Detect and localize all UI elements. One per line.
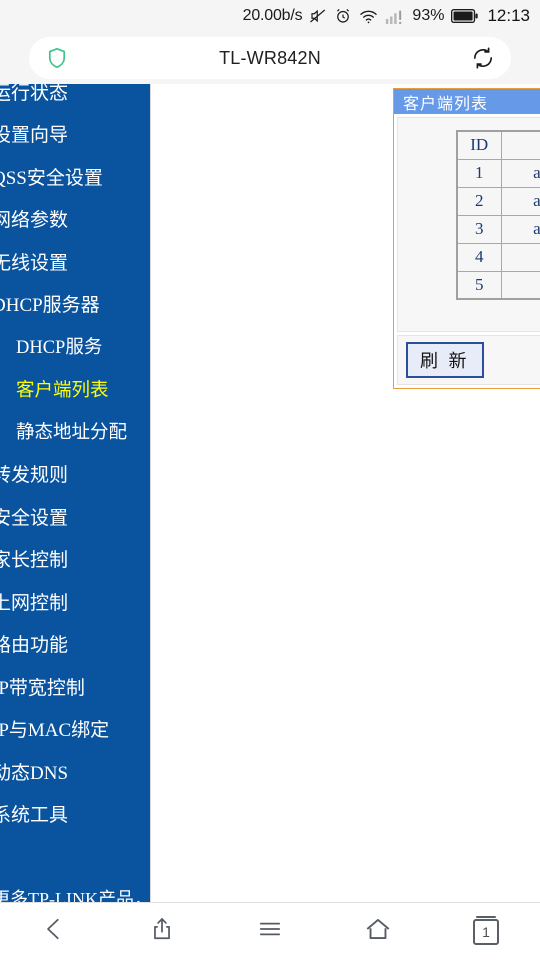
share-button[interactable] bbox=[130, 909, 194, 955]
menu-button[interactable] bbox=[238, 909, 302, 955]
cell-id: 4 bbox=[456, 242, 502, 272]
sidebar-item-label: QSS安全设置 bbox=[0, 167, 103, 189]
router-sidebar-menu: 运行状态 设置向导 QSS安全设置 网络参数 无线设置 DHCP服务器 DHCP… bbox=[0, 84, 151, 902]
sidebar-item-qss-security[interactable]: QSS安全设置 bbox=[0, 155, 150, 198]
shield-icon[interactable] bbox=[45, 46, 69, 70]
sidebar-menu-list: 运行状态 设置向导 QSS安全设置 网络参数 无线设置 DHCP服务器 DHCP… bbox=[0, 84, 150, 902]
sidebar-item-forwarding-rules[interactable]: 转发规则 bbox=[0, 453, 150, 496]
sidebar-item-system-tools[interactable]: 系统工具 bbox=[0, 793, 150, 836]
back-chevron-icon bbox=[41, 916, 67, 947]
home-icon bbox=[364, 915, 392, 948]
sidebar-item-setup-wizard[interactable]: 设置向导 bbox=[0, 113, 150, 156]
cell-client-name: andr bbox=[500, 158, 540, 188]
status-bar: 20.00b/s 93% 12:13 bbox=[0, 0, 540, 32]
sidebar-item-dhcp-service[interactable]: DHCP服务 bbox=[0, 325, 150, 368]
sidebar-item-label: 运行状态 bbox=[0, 84, 69, 104]
sidebar-item-label: 转发规则 bbox=[0, 465, 69, 487]
sidebar-item-dynamic-dns[interactable]: 动态DNS bbox=[0, 750, 150, 793]
sidebar-item-ip-bandwidth-control[interactable]: IP带宽控制 bbox=[0, 665, 150, 708]
share-icon bbox=[149, 916, 175, 947]
mute-icon bbox=[309, 7, 327, 25]
web-page-viewport: 运行状态 设置向导 QSS安全设置 网络参数 无线设置 DHCP服务器 DHCP… bbox=[0, 84, 540, 902]
browser-bottom-nav: 1 bbox=[0, 902, 540, 960]
sidebar-item-client-list[interactable]: 客户端列表 bbox=[0, 368, 150, 411]
sidebar-item-label: DHCP服务 bbox=[16, 338, 103, 359]
cell-client-name bbox=[500, 242, 540, 272]
sidebar-item-label: DHCP服务器 bbox=[0, 295, 100, 317]
sidebar-item-label: 静态地址分配 bbox=[16, 423, 128, 444]
back-button[interactable] bbox=[22, 909, 86, 955]
client-list-panel-body: ID 1 andr 2 andr 3 andr bbox=[397, 117, 540, 332]
table-row: 5 bbox=[456, 270, 540, 300]
sidebar-item-static-address[interactable]: 静态地址分配 bbox=[0, 410, 150, 453]
sidebar-item-access-control[interactable]: 上网控制 bbox=[0, 580, 150, 623]
cell-client-name bbox=[500, 270, 540, 300]
tabs-icon: 1 bbox=[473, 915, 499, 945]
table-row: 1 andr bbox=[456, 158, 540, 188]
wifi-icon bbox=[359, 7, 378, 26]
client-list-panel-footer: 刷 新 bbox=[397, 335, 540, 385]
network-speed-text: 20.00b/s bbox=[242, 7, 303, 24]
client-list-table: ID 1 andr 2 andr 3 andr bbox=[456, 130, 540, 300]
cell-id: 5 bbox=[456, 270, 502, 300]
table-row: 2 andr bbox=[456, 186, 540, 216]
battery-percent-text: 93% bbox=[412, 7, 445, 24]
sidebar-item-label: IP与MAC绑定 bbox=[0, 720, 110, 742]
cell-client-name: andr bbox=[500, 186, 540, 216]
table-row: 3 andr bbox=[456, 214, 540, 244]
sidebar-item-status[interactable]: 运行状态 bbox=[0, 84, 150, 113]
sidebar-item-dhcp-server[interactable]: DHCP服务器 bbox=[0, 283, 150, 326]
sidebar-item-label: 安全设置 bbox=[0, 507, 69, 529]
sidebar-item-label: 网络参数 bbox=[0, 210, 69, 232]
browser-toolbar: TL-WR842N bbox=[0, 32, 540, 84]
refresh-button[interactable]: 刷 新 bbox=[406, 342, 484, 378]
cell-id: 2 bbox=[456, 186, 502, 216]
sidebar-item-routing-function[interactable]: 路由功能 bbox=[0, 623, 150, 666]
sidebar-item-label: 客户端列表 bbox=[16, 380, 109, 401]
page-title[interactable]: TL-WR842N bbox=[69, 48, 471, 69]
sidebar-item-network-params[interactable]: 网络参数 bbox=[0, 198, 150, 241]
cell-id: 1 bbox=[456, 158, 502, 188]
tab-count-label: 1 bbox=[482, 923, 490, 940]
column-header-id: ID bbox=[456, 130, 502, 160]
sidebar-item-label: IP带宽控制 bbox=[0, 677, 85, 699]
router-content-area: 客户端列表 ID 1 andr 2 andr bbox=[151, 84, 540, 902]
sidebar-item-label: 家长控制 bbox=[0, 550, 69, 572]
column-header-name bbox=[500, 130, 540, 160]
address-bar[interactable]: TL-WR842N bbox=[29, 37, 511, 79]
sidebar-item-label: 动态DNS bbox=[0, 762, 69, 784]
sidebar-item-label: 无线设置 bbox=[0, 252, 69, 274]
sidebar-item-label: 上网控制 bbox=[0, 592, 69, 614]
sidebar-item-label: 路由功能 bbox=[0, 635, 69, 657]
sidebar-item-parental-control[interactable]: 家长控制 bbox=[0, 538, 150, 581]
cell-client-name: andr bbox=[500, 214, 540, 244]
sidebar-item-ip-mac-binding[interactable]: IP与MAC绑定 bbox=[0, 708, 150, 751]
table-header-row: ID bbox=[456, 130, 540, 160]
sidebar-item-security-settings[interactable]: 安全设置 bbox=[0, 495, 150, 538]
clock-text: 12:13 bbox=[487, 6, 530, 25]
sidebar-footer-promo[interactable]: 更多TP-LINK产品， bbox=[0, 885, 150, 902]
cell-id: 3 bbox=[456, 214, 502, 244]
sidebar-item-wireless-settings[interactable]: 无线设置 bbox=[0, 240, 150, 283]
sidebar-item-label: 设置向导 bbox=[0, 125, 69, 147]
sidebar-item-label: 系统工具 bbox=[0, 805, 69, 827]
hamburger-menu-icon bbox=[257, 916, 283, 947]
alarm-clock-icon bbox=[334, 7, 352, 25]
cellular-signal-warning-icon bbox=[385, 8, 405, 25]
client-list-panel-title: 客户端列表 bbox=[394, 89, 540, 114]
battery-full-icon bbox=[451, 8, 479, 24]
tabs-button[interactable]: 1 bbox=[454, 909, 518, 955]
home-button[interactable] bbox=[346, 909, 410, 955]
client-list-panel: 客户端列表 ID 1 andr 2 andr bbox=[393, 88, 540, 389]
reload-icon[interactable] bbox=[471, 46, 495, 70]
table-row: 4 bbox=[456, 242, 540, 272]
